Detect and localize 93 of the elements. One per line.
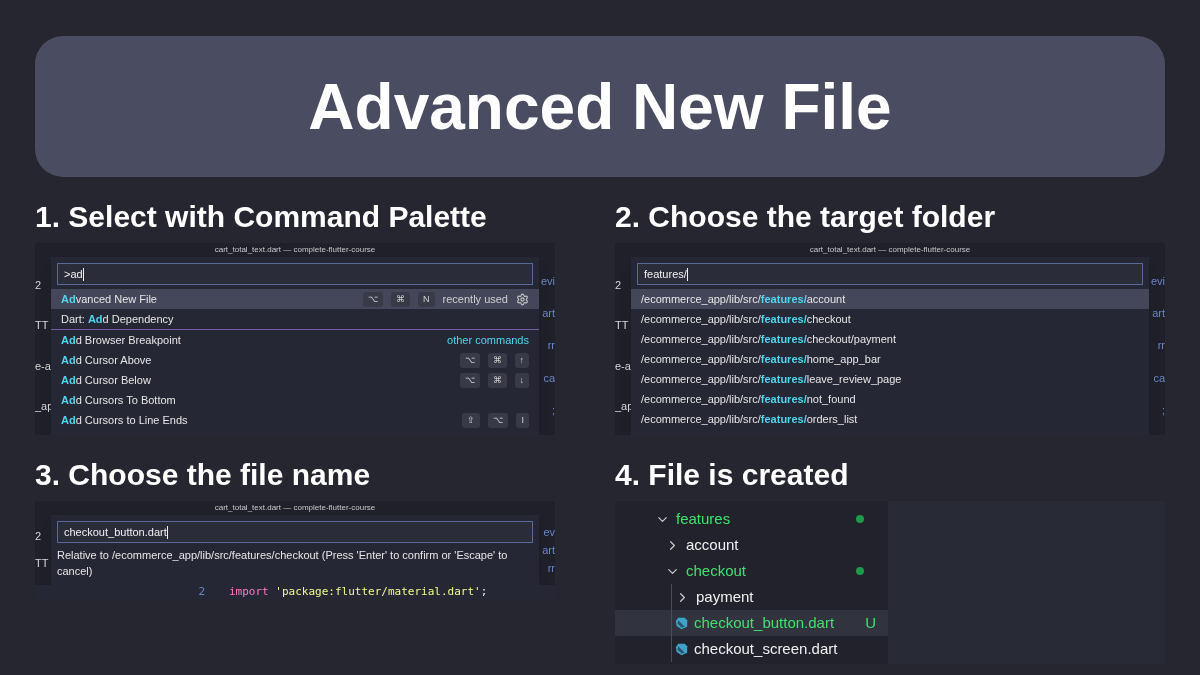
command-item[interactable]: /ecommerce_app/lib/src/features/checkout/payment bbox=[631, 329, 1149, 349]
window-title: cart_total_text.dart — complete-flutter-course bbox=[213, 502, 377, 514]
group-label: other commands bbox=[447, 332, 529, 348]
keycap: ⇧ bbox=[462, 412, 481, 428]
command-item[interactable]: Add Cursors To Bottom bbox=[51, 390, 539, 410]
command-label: Add Cursor Above bbox=[61, 352, 153, 368]
file-type-icon bbox=[675, 616, 688, 630]
code-fragment: art bbox=[542, 308, 555, 320]
command-label: /ecommerce_app/lib/src/features/account bbox=[641, 291, 847, 307]
code-fragment: 2 bbox=[615, 279, 622, 291]
code-fragment: rr bbox=[547, 340, 555, 352]
command-label: /ecommerce_app/lib/src/features/home_app_bar bbox=[641, 351, 882, 367]
folder-name: payment bbox=[696, 586, 755, 607]
tree-item[interactable]: account bbox=[615, 532, 888, 558]
code-fragment: 2 bbox=[35, 279, 42, 291]
code-fragment: art bbox=[1152, 308, 1165, 320]
step-heading: 2. Choose the target folder bbox=[615, 199, 997, 235]
keycap: ⌘ bbox=[487, 372, 507, 388]
keycap: N bbox=[418, 291, 435, 307]
command-item[interactable]: Advanced New File ⌥ ⌘ N recently used bbox=[51, 289, 539, 309]
code-fragment: e-a bbox=[615, 360, 631, 372]
git-status-label: U bbox=[865, 612, 876, 633]
command-label: /ecommerce_app/lib/src/features/orders_list bbox=[641, 411, 859, 427]
code-fragment: TT bbox=[35, 320, 49, 332]
code-fragment: 2 bbox=[35, 531, 42, 542]
folder-name: features bbox=[676, 508, 732, 529]
command-item[interactable]: Add Cursors to Line Ends ⇧ ⌥ I bbox=[51, 410, 539, 430]
command-item[interactable]: /ecommerce_app/lib/src/features/home_app_bar bbox=[631, 349, 1149, 369]
file-name: checkout_button.dart bbox=[694, 612, 836, 633]
input-field[interactable]: features/ bbox=[637, 263, 1143, 285]
code-fragment: ev bbox=[543, 526, 555, 538]
keycap: ⌥ bbox=[363, 291, 384, 307]
command-item[interactable]: /ecommerce_app/lib/src/features/leave_review_page bbox=[631, 369, 1149, 389]
keycap: ⌥ bbox=[488, 412, 509, 428]
code-fragment: e-a bbox=[35, 360, 51, 372]
command-label: /ecommerce_app/lib/src/features/leave_review_page bbox=[641, 371, 903, 387]
command-item[interactable]: Dart: Add Dependency bbox=[51, 309, 539, 329]
command-item[interactable]: Add Cursor Above ⌥ ⌘ ↑ bbox=[51, 350, 539, 370]
keycap: ↓ bbox=[514, 372, 529, 388]
command-item[interactable]: /ecommerce_app/lib/src/features/orders_list bbox=[631, 409, 1149, 429]
command-item[interactable]: /ecommerce_app/lib/src/features/checkout bbox=[631, 309, 1149, 329]
folder-name: account bbox=[686, 534, 740, 555]
settings-icon[interactable] bbox=[516, 292, 529, 306]
folder-name: checkout bbox=[686, 560, 748, 581]
keycap: ⌘ bbox=[487, 352, 507, 368]
tree-item[interactable]: checkout_button.dart U bbox=[615, 610, 888, 636]
command-label: Add Cursor Below bbox=[61, 372, 152, 388]
command-label: Advanced New File bbox=[61, 291, 158, 307]
command-label: /ecommerce_app/lib/src/features/checkout/payment bbox=[641, 331, 897, 347]
window-title: cart_total_text.dart — complete-flutter-course bbox=[213, 244, 377, 256]
command-label: Add Cursors to Line Ends bbox=[61, 412, 189, 428]
keycap: ↑ bbox=[514, 352, 529, 368]
code-fragment: art bbox=[542, 544, 555, 556]
step-heading: 4. File is created bbox=[615, 457, 850, 493]
command-item[interactable]: /ecommerce_app/lib/src/features/not_found bbox=[631, 389, 1149, 409]
tree-item[interactable]: checkout_screen.dart bbox=[615, 636, 888, 662]
code-fragment: evi bbox=[540, 275, 555, 287]
code-fragment: TT bbox=[35, 558, 49, 569]
tree-item[interactable]: features bbox=[615, 506, 888, 532]
file-name: checkout_screen.dart bbox=[694, 638, 839, 659]
command-label: Add Browser Breakpoint bbox=[61, 332, 182, 348]
recently-used-label: recently used bbox=[442, 291, 508, 307]
keycap: ⌥ bbox=[459, 352, 480, 368]
code-fragment: ; bbox=[551, 405, 555, 417]
prompt-message: Relative to /ecommerce_app/lib/src/features/checkout (Press 'Enter' to confirm or 'Escape' to cancel) bbox=[56, 548, 509, 579]
step-heading: 1. Select with Command Palette bbox=[35, 199, 488, 235]
code-fragment: rr bbox=[1157, 340, 1165, 352]
code-fragment: ; bbox=[1161, 405, 1165, 417]
keycap: ⌘ bbox=[391, 291, 411, 307]
command-label: /ecommerce_app/lib/src/features/checkout bbox=[641, 311, 852, 327]
file-type-icon bbox=[675, 642, 688, 656]
code-fragment: evi bbox=[1150, 275, 1165, 287]
window-title: cart_total_text.dart — complete-flutter-course bbox=[808, 244, 972, 256]
input-field[interactable]: >ad bbox=[57, 263, 533, 285]
code-fragment: ca bbox=[543, 372, 555, 384]
command-label: /ecommerce_app/lib/src/features/not_found bbox=[641, 391, 857, 407]
command-item[interactable]: Add Browser Breakpoint other commands bbox=[51, 330, 539, 350]
step-heading: 3. Choose the file name bbox=[35, 457, 372, 493]
command-item[interactable]: /ecommerce_app/lib/src/features/account bbox=[631, 289, 1149, 309]
tree-item[interactable]: checkout bbox=[615, 558, 888, 584]
code-fragment: rr bbox=[547, 562, 555, 574]
input-field[interactable]: checkout_button.dart bbox=[57, 521, 533, 543]
command-label: Dart: Add Dependency bbox=[61, 311, 175, 327]
code-fragment: ca bbox=[1153, 372, 1165, 384]
command-item[interactable]: Add Cursor Below ⌥ ⌘ ↓ bbox=[51, 370, 539, 390]
line-number: 2 bbox=[197, 583, 205, 599]
code-fragment: TT bbox=[615, 320, 629, 332]
keycap: I bbox=[516, 412, 529, 428]
tree-item[interactable]: payment bbox=[615, 584, 888, 610]
keycap: ⌥ bbox=[459, 372, 480, 388]
code-line: import 'package:flutter/material.dart'; bbox=[229, 583, 488, 599]
banner-title: Advanced New File bbox=[308, 69, 892, 145]
command-label: Add Cursors To Bottom bbox=[61, 392, 177, 408]
